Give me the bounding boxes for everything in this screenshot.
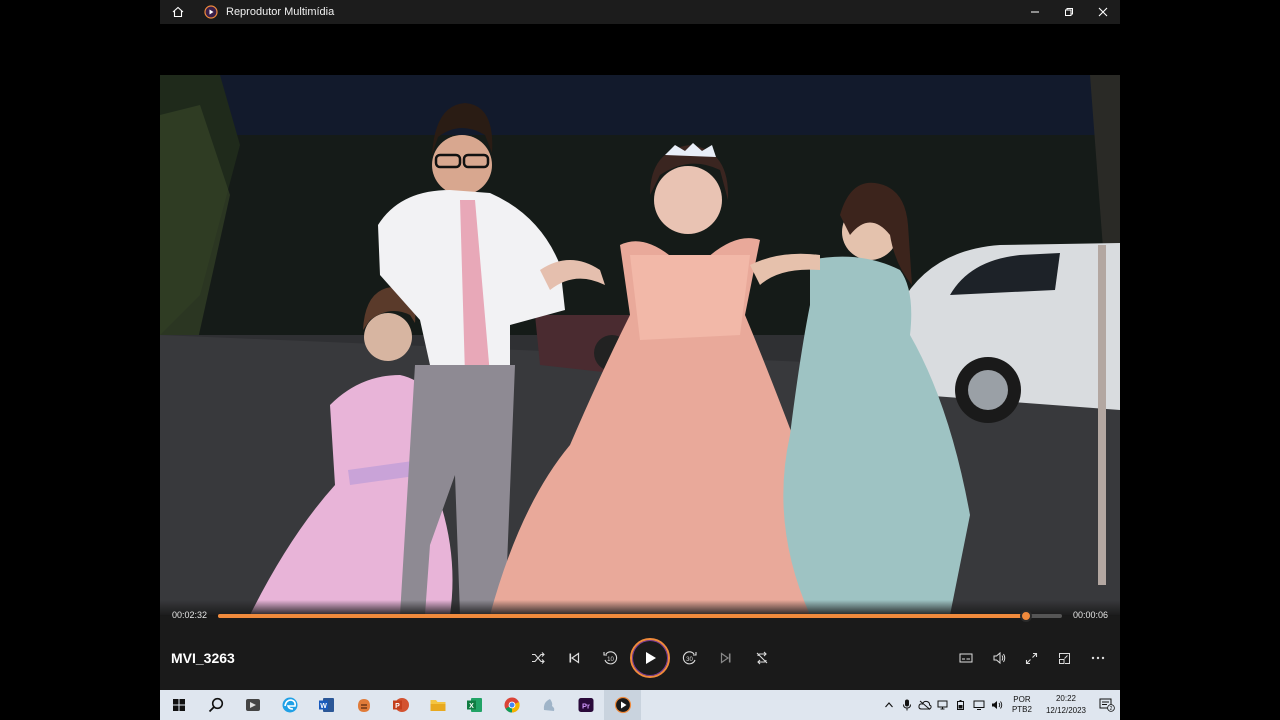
- svg-text:2: 2: [1110, 706, 1113, 712]
- restore-button[interactable]: [1052, 0, 1086, 24]
- svg-text:30: 30: [686, 657, 693, 663]
- clock-time: 20:22: [1055, 694, 1076, 703]
- taskbar-app-1[interactable]: [234, 690, 271, 720]
- search-button[interactable]: [197, 690, 234, 720]
- taskbar-media-player[interactable]: [604, 690, 641, 720]
- word-icon: W: [318, 698, 334, 712]
- volume-button[interactable]: [982, 640, 1015, 676]
- play-button[interactable]: [630, 638, 670, 678]
- speaker-icon[interactable]: [988, 690, 1006, 720]
- remaining-time: 00:00:06: [1072, 610, 1108, 620]
- mini-player-icon: [1059, 652, 1070, 664]
- cloud-icon[interactable]: [916, 690, 934, 720]
- windows-start-button[interactable]: [160, 690, 197, 720]
- app-logo-icon: [204, 5, 218, 19]
- keyboard-layout: PTB2: [1011, 705, 1032, 714]
- taskbar-powerpoint[interactable]: P: [382, 690, 419, 720]
- edge-icon: [282, 697, 297, 713]
- svg-text:P: P: [395, 703, 400, 710]
- skip-back-button[interactable]: 10: [592, 640, 628, 676]
- elapsed-time: 00:02:32: [172, 610, 208, 620]
- clock[interactable]: 20:22 12/12/2023: [1046, 693, 1086, 717]
- taskbar: W P X Pr POR PTB2 20:22 12/12/2023 2: [160, 690, 1120, 720]
- previous-button[interactable]: [556, 640, 592, 676]
- mini-player-button[interactable]: [1048, 640, 1081, 676]
- media-title: MVI_3263: [171, 650, 235, 666]
- close-button[interactable]: [1086, 0, 1120, 24]
- more-icon: [1091, 656, 1104, 660]
- skip-forward-30-icon: 30: [682, 651, 697, 665]
- language-code: POR: [1013, 695, 1031, 704]
- video-content-image: [160, 75, 1120, 615]
- fullscreen-icon: [1025, 652, 1038, 664]
- taskbar-file-explorer[interactable]: [419, 690, 456, 720]
- search-icon: [208, 697, 223, 713]
- taskbar-edge[interactable]: [271, 690, 308, 720]
- battery-icon[interactable]: [952, 690, 970, 720]
- chrome-icon: [504, 697, 520, 713]
- excel-icon: X: [466, 698, 482, 712]
- taskbar-app-2[interactable]: [345, 690, 382, 720]
- media-player-icon: [614, 696, 631, 714]
- app-icon: [357, 699, 370, 712]
- taskbar-chrome[interactable]: [493, 690, 530, 720]
- network-icon[interactable]: [934, 690, 952, 720]
- more-button[interactable]: [1081, 640, 1114, 676]
- taskbar-premiere[interactable]: Pr: [567, 690, 604, 720]
- seek-bar-thumb[interactable]: [1019, 610, 1032, 622]
- svg-text:W: W: [320, 703, 327, 710]
- file-explorer-icon: [430, 700, 445, 711]
- display-icon[interactable]: [970, 690, 988, 720]
- skip-back-10-icon: 10: [603, 651, 618, 665]
- powerpoint-icon: P: [392, 698, 409, 712]
- shuffle-icon: [532, 652, 545, 664]
- play-icon: [646, 652, 656, 664]
- repeat-button[interactable]: [744, 640, 780, 676]
- subtitles-icon: [959, 653, 972, 663]
- notification-icon: 2: [1099, 698, 1115, 712]
- taskbar-app-3[interactable]: [530, 690, 567, 720]
- clock-date: 12/12/2023: [1045, 706, 1086, 715]
- subtitles-button[interactable]: [949, 640, 982, 676]
- media-player-window: Reprodutor Multimídia 00:02:32 00:00:06 …: [160, 0, 1120, 690]
- svg-text:10: 10: [607, 657, 614, 663]
- svg-text:X: X: [469, 703, 474, 710]
- shuffle-button[interactable]: [520, 640, 556, 676]
- system-tray: POR PTB2 20:22 12/12/2023 2: [880, 690, 1120, 720]
- title-bar: Reprodutor Multimídia: [160, 0, 1120, 24]
- home-icon[interactable]: [160, 0, 196, 24]
- app-icon: [543, 699, 554, 711]
- video-frame[interactable]: [160, 75, 1120, 615]
- windows-start-icon: [172, 699, 185, 711]
- skip-forward-button[interactable]: 30: [672, 640, 708, 676]
- premiere-icon: Pr: [578, 698, 593, 712]
- repeat-icon: [756, 651, 768, 665]
- language-indicator[interactable]: POR PTB2: [1012, 695, 1032, 715]
- next-button[interactable]: [708, 640, 744, 676]
- taskbar-word[interactable]: W: [308, 690, 345, 720]
- svg-text:Pr: Pr: [582, 702, 590, 711]
- volume-icon: [993, 651, 1005, 665]
- chevron-up-icon[interactable]: [880, 690, 898, 720]
- seek-bar-progress: [218, 614, 1026, 618]
- notification-center-button[interactable]: 2: [1094, 690, 1120, 720]
- next-icon: [720, 652, 731, 664]
- microphone-icon[interactable]: [898, 690, 916, 720]
- window-title: Reprodutor Multimídia: [226, 6, 335, 18]
- media-app-icon: [245, 699, 260, 711]
- taskbar-excel[interactable]: X: [456, 690, 493, 720]
- minimize-button[interactable]: [1018, 0, 1052, 24]
- previous-icon: [569, 652, 580, 664]
- fullscreen-button[interactable]: [1015, 640, 1048, 676]
- playback-controls: 00:02:32 00:00:06 MVI_3263 10 30: [160, 600, 1120, 690]
- seek-bar[interactable]: [218, 610, 1062, 622]
